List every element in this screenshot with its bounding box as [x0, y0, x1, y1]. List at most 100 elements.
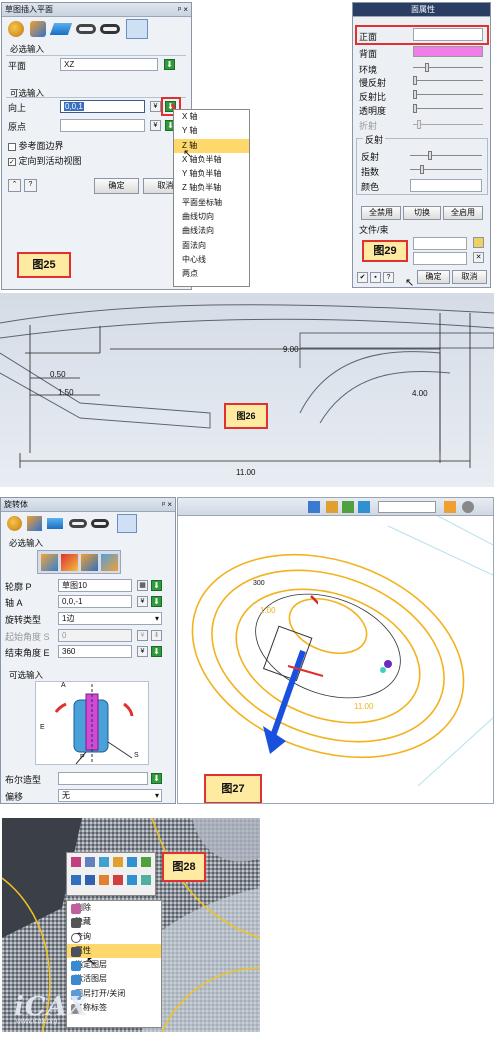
box-icon[interactable] — [358, 501, 370, 513]
tool-icon[interactable] — [99, 875, 109, 885]
pin-tool-icon[interactable] — [27, 516, 42, 531]
menu-item[interactable]: 两点 — [174, 267, 249, 281]
context-item-activate-layer[interactable]: 激活图层 — [67, 972, 161, 986]
color-icon[interactable] — [444, 501, 456, 513]
ref-boundary-checkbox[interactable]: 参考面边界 — [8, 139, 64, 152]
tool-icon[interactable] — [85, 875, 95, 885]
menu-item[interactable]: Z 轴负半轴 — [174, 181, 249, 195]
menu-item[interactable]: 曲线法向 — [174, 224, 249, 238]
reflect-slider[interactable] — [410, 151, 482, 160]
menu-item[interactable]: Y 轴 — [174, 124, 249, 138]
menu-item[interactable]: 面法向 — [174, 239, 249, 253]
disable-all-button[interactable]: 全禁用 — [361, 206, 401, 220]
delete-icon[interactable]: ✕ — [473, 252, 484, 263]
tool-icon[interactable] — [127, 875, 137, 885]
glasses-icon[interactable] — [69, 519, 87, 528]
menu-item[interactable]: X 轴 — [174, 110, 249, 124]
tool-icon[interactable] — [71, 857, 81, 867]
view-icon[interactable] — [308, 501, 320, 513]
switch-button[interactable]: 切换 — [403, 206, 441, 220]
file-select[interactable] — [413, 237, 467, 250]
axis-field[interactable]: 0,0,-1 — [58, 595, 132, 608]
settings-icon[interactable] — [462, 501, 474, 513]
menu-item[interactable]: 曲线切向 — [174, 210, 249, 224]
boolean-field[interactable] — [58, 772, 148, 785]
tool-icon[interactable] — [85, 857, 95, 867]
plane-pick-button[interactable]: ⬇ — [164, 59, 175, 70]
pin-tool-icon[interactable] — [30, 21, 46, 37]
profile-field[interactable]: 草图10 — [58, 579, 132, 592]
start-angle-field[interactable]: 0 — [58, 629, 132, 642]
pen-icon[interactable] — [326, 501, 338, 513]
transparency-slider[interactable] — [413, 104, 483, 113]
index-slider[interactable] — [410, 165, 482, 174]
sketch-plane-icon[interactable] — [126, 19, 148, 39]
profile-pick-button[interactable]: ⬇ — [151, 580, 162, 591]
revolve-intersect-icon[interactable] — [101, 554, 118, 571]
file-select-2[interactable] — [413, 252, 467, 265]
help-button[interactable]: ? — [24, 179, 37, 192]
apply-icon[interactable]: ✔ — [357, 272, 368, 283]
end-angle-dropdown[interactable]: ¥ — [137, 646, 148, 657]
front-color-field[interactable] — [413, 28, 483, 41]
tool-icon[interactable] — [141, 875, 151, 885]
panel-title-buttons[interactable]: ᵖ × — [162, 498, 172, 512]
ok-button[interactable]: 确定 — [94, 178, 139, 194]
up-dropdown-button[interactable]: ¥ — [150, 101, 161, 112]
end-angle-pick-button[interactable]: ⬇ — [151, 646, 162, 657]
tool-icon[interactable] — [71, 875, 81, 885]
context-item-properties[interactable]: 属性 — [67, 943, 161, 959]
start-angle-pick[interactable]: ⬇ — [151, 630, 162, 641]
glasses-alt-icon[interactable] — [91, 519, 109, 528]
context-item-assign-layer[interactable]: 指定图层 — [67, 958, 161, 972]
start-angle-dropdown[interactable]: ¥ — [137, 630, 148, 641]
glasses-alt-icon[interactable] — [100, 24, 120, 34]
revolve-add-icon[interactable] — [61, 554, 78, 571]
collapse-button[interactable]: ⌃ — [8, 179, 21, 192]
panel-title-buttons[interactable]: ᵖ × — [178, 3, 188, 17]
layers-icon[interactable] — [47, 518, 63, 529]
tool-icon[interactable] — [113, 857, 123, 867]
profile-sketch-button[interactable]: ▦ — [137, 580, 148, 591]
cancel-button[interactable]: 取消 — [452, 270, 487, 284]
revolve-solid-icon[interactable] — [41, 554, 58, 571]
ok-button[interactable]: 确定 — [417, 270, 450, 284]
origin-dropdown-button[interactable]: ¥ — [150, 120, 161, 131]
revolve-cut-icon[interactable] — [81, 554, 98, 571]
tool-icon[interactable] — [141, 857, 151, 867]
shape-icon[interactable] — [342, 501, 354, 513]
folder-icon[interactable] — [473, 237, 484, 248]
reflect-ratio-slider[interactable] — [413, 90, 483, 99]
context-item-hide[interactable]: 隐藏 — [67, 915, 161, 929]
context-item-query[interactable]: 查询 — [67, 930, 161, 944]
tool-icon[interactable] — [127, 857, 137, 867]
origin-field[interactable] — [60, 119, 145, 132]
axis-dropdown-button[interactable]: ¥ — [137, 596, 148, 607]
back-color-swatch[interactable] — [413, 46, 483, 57]
palette-icon[interactable] — [7, 516, 22, 531]
up-field[interactable]: 0,0,1 — [60, 100, 145, 113]
axis-pick-button[interactable]: ⬇ — [151, 596, 162, 607]
tool-icon[interactable] — [113, 875, 123, 885]
refraction-slider[interactable] — [413, 120, 483, 129]
layers-icon[interactable] — [49, 23, 73, 35]
palette-icon[interactable] — [8, 21, 24, 37]
filter-field[interactable] — [378, 501, 436, 513]
menu-item[interactable]: Y 轴负半轴 — [174, 167, 249, 181]
revolve-icon[interactable] — [117, 514, 137, 533]
offset-select[interactable]: 无 ▾ — [58, 789, 162, 802]
save-icon[interactable]: ▪ — [370, 272, 381, 283]
rotation-type-select[interactable]: 1边 ▾ — [58, 612, 162, 625]
end-angle-field[interactable]: 360 — [58, 645, 132, 658]
ambient-slider[interactable] — [413, 63, 483, 72]
help-icon[interactable]: ? — [383, 272, 394, 283]
orient-view-checkbox[interactable]: ✓ 定向到活动视图 — [8, 154, 82, 167]
menu-item[interactable]: 中心线 — [174, 253, 249, 267]
plane-field[interactable]: XZ — [60, 58, 158, 71]
reflect-color-field[interactable] — [410, 179, 482, 192]
diffuse-slider[interactable] — [413, 76, 483, 85]
enable-all-button[interactable]: 全启用 — [443, 206, 483, 220]
glasses-icon[interactable] — [76, 24, 96, 34]
menu-item[interactable]: 平面坐标轴 — [174, 196, 249, 210]
boolean-pick-button[interactable]: ⬇ — [151, 773, 162, 784]
